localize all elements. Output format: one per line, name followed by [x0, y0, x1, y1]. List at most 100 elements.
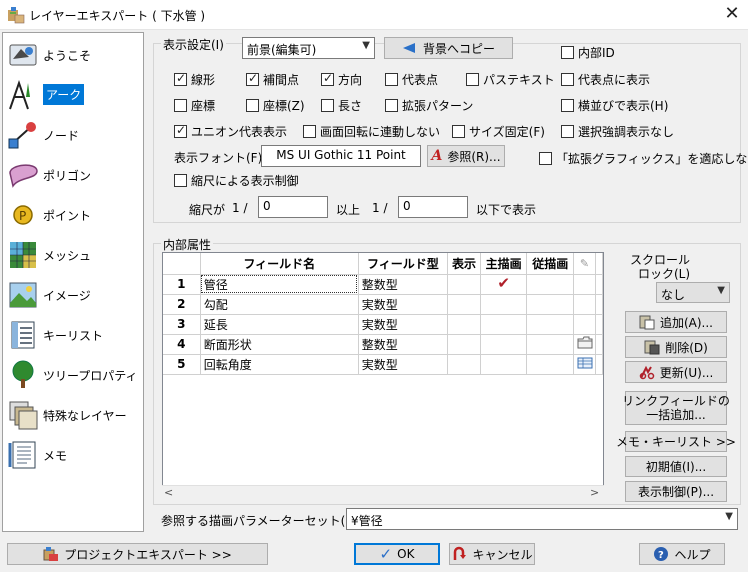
field-type-cell[interactable]: 実数型 [358, 294, 449, 315]
column-header-pin[interactable]: ✎ [573, 253, 596, 275]
scale-min-input[interactable]: 0 [258, 196, 328, 218]
side-draw-cell[interactable] [526, 294, 575, 315]
nav-item-point[interactable]: P ポイント [3, 195, 143, 235]
scroll-right-icon[interactable]: > [590, 486, 599, 499]
delete-field-button[interactable]: 削除(D) [625, 336, 727, 358]
add-field-button[interactable]: 追加(A)... [625, 311, 727, 333]
path-text-checkbox[interactable]: パステキスト [466, 71, 555, 87]
scroll-lock-label-2: ロック(L) [638, 267, 691, 281]
coordinate-z-checkbox[interactable]: 座標(Z) [246, 97, 305, 113]
main-draw-cell[interactable] [480, 294, 528, 315]
display-cell[interactable] [447, 354, 481, 375]
table-row[interactable]: 4 断面形状 整数型 [163, 334, 603, 355]
checkbox-label: 補間点 [263, 72, 300, 87]
internal-id-checkbox[interactable]: 内部ID [561, 44, 615, 60]
display-mode-select[interactable]: 前景(編集可) ▼ [242, 37, 375, 59]
extra-cell[interactable] [573, 314, 596, 335]
memo-keylist-button[interactable]: メモ・キーリスト >> [616, 431, 736, 452]
field-type-cell[interactable]: 整数型 [358, 274, 449, 295]
field-name-cell[interactable]: 断面形状 [200, 334, 359, 355]
main-draw-cell[interactable] [480, 334, 528, 355]
display-cell[interactable] [447, 314, 481, 335]
column-header-side-draw[interactable]: 従描画 [526, 253, 575, 275]
checkbox-label: 座標 [191, 98, 216, 113]
nav-item-node[interactable]: ノード [3, 115, 143, 155]
no-select-highlight-checkbox[interactable]: 選択強調表示なし [561, 123, 674, 139]
main-draw-cell[interactable]: ✔ [480, 274, 528, 295]
nav-item-mesh[interactable]: メッシュ [3, 235, 143, 275]
link-field-bulk-add-button[interactable]: リンクフィールドの 一括追加... [622, 391, 730, 425]
field-type-cell[interactable]: 整数型 [358, 334, 449, 355]
nav-item-polygon[interactable]: ポリゴン [3, 155, 143, 195]
project-expert-button[interactable]: プロジェクトエキスパート >> [7, 543, 268, 565]
grid-horizontal-scrollbar[interactable]: < > [162, 485, 604, 502]
table-row[interactable]: 3 延長 実数型 [163, 314, 603, 335]
browse-font-button[interactable]: A 参照(R)... [427, 145, 505, 167]
column-header-main-draw[interactable]: 主描画 [480, 253, 528, 275]
app-icon [8, 7, 25, 24]
cancel-button[interactable]: キャンセル [449, 543, 535, 565]
nav-item-tree-property[interactable]: ツリープロパティ [3, 355, 143, 395]
field-type-cell[interactable]: 実数型 [358, 354, 449, 375]
table-row[interactable]: 5 回転角度 実数型 [163, 354, 603, 375]
coordinate-checkbox[interactable]: 座標 [174, 97, 215, 113]
field-name-cell[interactable]: 延長 [200, 314, 359, 335]
display-control-button[interactable]: 表示制御(P)... [625, 481, 727, 502]
field-name-cell[interactable]: 管径 [200, 274, 359, 295]
main-draw-cell[interactable] [480, 314, 528, 335]
side-draw-cell[interactable] [526, 334, 575, 355]
display-cell[interactable] [447, 274, 481, 295]
row-number: 1 [163, 274, 201, 295]
side-draw-cell[interactable] [526, 314, 575, 335]
extra-cell[interactable] [573, 354, 596, 375]
update-field-button[interactable]: 更新(U)... [625, 361, 727, 383]
nav-item-special-layer[interactable]: 特殊なレイヤー [3, 395, 143, 435]
show-at-representative-checkbox[interactable]: 代表点に表示 [561, 71, 650, 87]
nav-item-welcome[interactable]: ようこそ [3, 35, 143, 75]
field-type-cell[interactable]: 実数型 [358, 314, 449, 335]
extended-pattern-checkbox[interactable]: 拡張パターン [385, 97, 473, 113]
field-name-cell[interactable]: 回転角度 [200, 354, 359, 375]
checkbox-label: ユニオン代表表示 [191, 124, 288, 139]
extra-cell[interactable] [573, 294, 596, 315]
copy-to-background-button[interactable]: 背景へコピー [384, 37, 513, 59]
fixed-size-checkbox[interactable]: サイズ固定(F) [452, 123, 545, 139]
nav-item-arc[interactable]: アーク [3, 75, 143, 115]
checkbox-box [561, 124, 574, 138]
scroll-left-icon[interactable]: < [164, 486, 173, 499]
scale-max-input[interactable]: 0 [398, 196, 468, 218]
no-rotation-link-checkbox[interactable]: 画面回転に連動しない [303, 123, 440, 139]
table-row[interactable]: 2 勾配 実数型 [163, 294, 603, 315]
display-cell[interactable] [447, 294, 481, 315]
ext-graphics-checkbox[interactable]: 「拡張グラフィックス」を適応しない [539, 150, 748, 166]
checkmark-icon: ✔ [497, 274, 510, 292]
initial-value-button[interactable]: 初期値(I)... [625, 456, 727, 477]
extra-cell[interactable] [573, 274, 596, 295]
nav-item-keylist[interactable]: キーリスト [3, 315, 143, 355]
table-row[interactable]: 1 管径 整数型 ✔ [163, 274, 603, 295]
direction-checkbox[interactable]: 方向 [321, 71, 362, 87]
ok-button[interactable]: ✓ OK [354, 543, 440, 565]
display-cell[interactable] [447, 334, 481, 355]
side-draw-cell[interactable] [526, 274, 575, 295]
side-draw-cell[interactable] [526, 354, 575, 375]
nav-item-image[interactable]: イメージ [3, 275, 143, 315]
extra-cell[interactable] [573, 334, 596, 355]
close-icon[interactable]: ✕ [720, 2, 744, 26]
param-set-select[interactable]: ¥管径 ▼ [346, 508, 738, 530]
length-checkbox[interactable]: 長さ [321, 97, 362, 113]
representative-point-checkbox[interactable]: 代表点 [385, 71, 438, 87]
main-draw-cell[interactable] [480, 354, 528, 375]
column-header-field-type[interactable]: フィールド型 [358, 253, 449, 275]
scale-control-checkbox[interactable]: 縮尺による表示制御 [174, 172, 299, 188]
linear-checkbox[interactable]: 線形 [174, 71, 215, 87]
column-header-display[interactable]: 表示 [447, 253, 481, 275]
interpolation-point-checkbox[interactable]: 補間点 [246, 71, 299, 87]
horizontal-display-checkbox[interactable]: 横並びで表示(H) [561, 97, 668, 113]
help-button[interactable]: ? ヘルプ [639, 543, 725, 565]
union-representative-checkbox[interactable]: ユニオン代表表示 [174, 123, 287, 139]
scroll-lock-select[interactable]: なし ▼ [656, 282, 730, 303]
field-name-cell[interactable]: 勾配 [200, 294, 359, 315]
column-header-field-name[interactable]: フィールド名 [200, 253, 359, 275]
nav-item-memo[interactable]: メモ [3, 435, 143, 475]
